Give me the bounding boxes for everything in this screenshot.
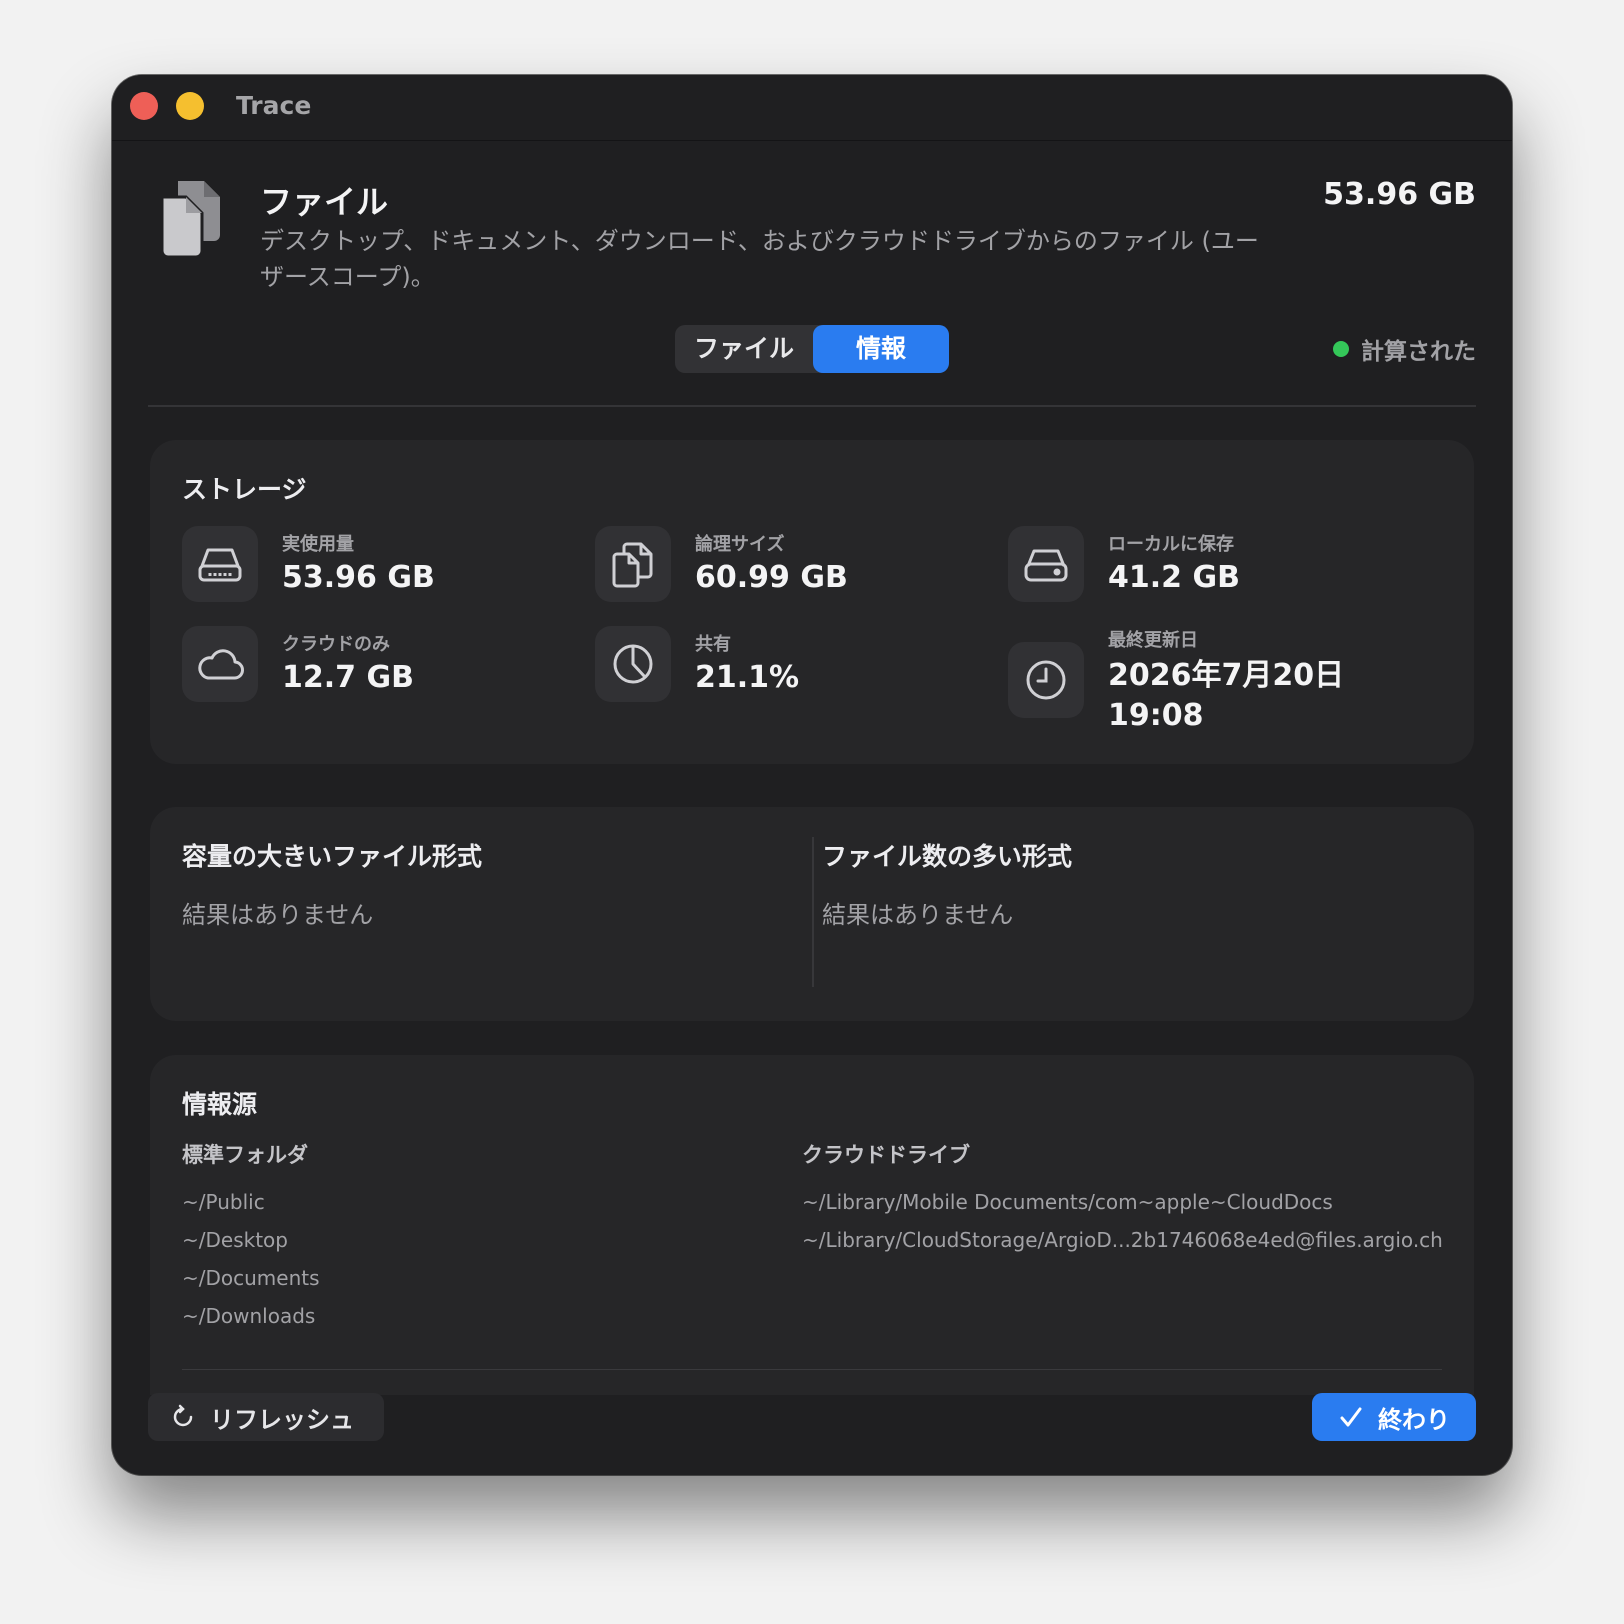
section-title: 容量の大きいファイル形式 bbox=[182, 842, 483, 871]
stat-value: 2026年7月20日 19:08 bbox=[1108, 658, 1345, 733]
tab-files[interactable]: ファイル bbox=[675, 325, 813, 373]
storage-title: ストレージ bbox=[182, 475, 307, 504]
folder-path: ~/Documents bbox=[182, 1266, 320, 1290]
cloud-icon bbox=[182, 626, 258, 702]
internal-drive-icon bbox=[1008, 526, 1084, 602]
stat-value: 21.1% bbox=[695, 660, 800, 695]
total-size: 53.96 GB bbox=[1323, 177, 1476, 212]
folder-path: ~/Public bbox=[182, 1190, 265, 1214]
drive-icon bbox=[182, 526, 258, 602]
section-heading: 標準フォルダ bbox=[182, 1143, 308, 1167]
section-title: ファイル数の多い形式 bbox=[822, 842, 1073, 871]
empty-message: 結果はありません bbox=[182, 901, 374, 929]
formats-card: 容量の大きいファイル形式 結果はありません ファイル数の多い形式 結果はありませ… bbox=[150, 807, 1474, 1021]
done-label: 終わり bbox=[1378, 1405, 1450, 1434]
stat-label: 最終更新日 bbox=[1108, 630, 1198, 651]
stat-label: 論理サイズ bbox=[695, 534, 785, 555]
folder-path: ~/Desktop bbox=[182, 1228, 288, 1252]
stat-value: 60.99 GB bbox=[695, 560, 848, 595]
stat-label: ローカルに保存 bbox=[1108, 534, 1234, 555]
refresh-icon bbox=[173, 1404, 193, 1427]
status-label: 計算された bbox=[1361, 339, 1476, 365]
page-description: デスクトップ、ドキュメント、ダウンロード、およびクラウドドライブからのファイル … bbox=[260, 227, 1259, 291]
storage-card: ストレージ 実使用量 53.96 GB 論理サイズ 60.99 GB ローカルに… bbox=[150, 440, 1474, 764]
divider bbox=[148, 405, 1476, 407]
cloud-path: ~/Library/Mobile Documents/com~apple~Clo… bbox=[802, 1190, 1333, 1214]
page-title: ファイル bbox=[260, 183, 389, 221]
divider bbox=[182, 1369, 1442, 1370]
documents-icon bbox=[595, 526, 671, 602]
sources-title: 情報源 bbox=[182, 1090, 258, 1119]
tab-info[interactable]: 情報 bbox=[813, 325, 949, 373]
title-bar: Trace bbox=[112, 75, 1512, 141]
refresh-button[interactable]: リフレッシュ bbox=[148, 1393, 384, 1441]
stat-label: 共有 bbox=[695, 634, 731, 655]
large-formats-section: 容量の大きいファイル形式 結果はありません bbox=[182, 837, 482, 930]
minimize-window-button[interactable] bbox=[176, 92, 204, 120]
stat-value: 41.2 GB bbox=[1108, 560, 1240, 595]
status-dot-icon bbox=[1333, 341, 1349, 357]
cloud-path: ~/Library/CloudStorage/ArgioD...2b174606… bbox=[802, 1228, 1443, 1252]
stat-value: 53.96 GB bbox=[282, 560, 435, 595]
clock-icon bbox=[1008, 642, 1084, 718]
status-indicator: 計算された bbox=[1333, 333, 1476, 365]
checkmark-icon bbox=[1340, 1407, 1362, 1427]
view-segmented-control: ファイル 情報 bbox=[675, 325, 949, 373]
documents-icon bbox=[156, 177, 226, 259]
done-button[interactable]: 終わり bbox=[1312, 1393, 1476, 1441]
stat-label: クラウドのみ bbox=[282, 634, 390, 655]
empty-message: 結果はありません bbox=[822, 901, 1014, 929]
stat-value: 12.7 GB bbox=[282, 660, 414, 695]
app-window: Trace ファイル デスクトップ、ドキュメント、ダウンロード、およびクラウドド… bbox=[112, 75, 1512, 1475]
stat-label: 実使用量 bbox=[282, 534, 354, 555]
cloud-drives-section: クラウドドライブ ~/Library/Mobile Documents/com~… bbox=[802, 1139, 1443, 1259]
refresh-label: リフレッシュ bbox=[210, 1405, 354, 1434]
many-formats-section: ファイル数の多い形式 結果はありません bbox=[822, 837, 1072, 930]
window-title: Trace bbox=[236, 91, 312, 120]
close-window-button[interactable] bbox=[130, 92, 158, 120]
folder-path: ~/Downloads bbox=[182, 1304, 316, 1328]
standard-folders-section: 標準フォルダ ~/Public ~/Desktop ~/Documents ~/… bbox=[182, 1139, 320, 1335]
pie-chart-icon bbox=[595, 626, 671, 702]
section-heading: クラウドドライブ bbox=[802, 1143, 970, 1167]
divider bbox=[812, 837, 814, 987]
sources-card: 情報源 標準フォルダ ~/Public ~/Desktop ~/Document… bbox=[150, 1055, 1474, 1395]
